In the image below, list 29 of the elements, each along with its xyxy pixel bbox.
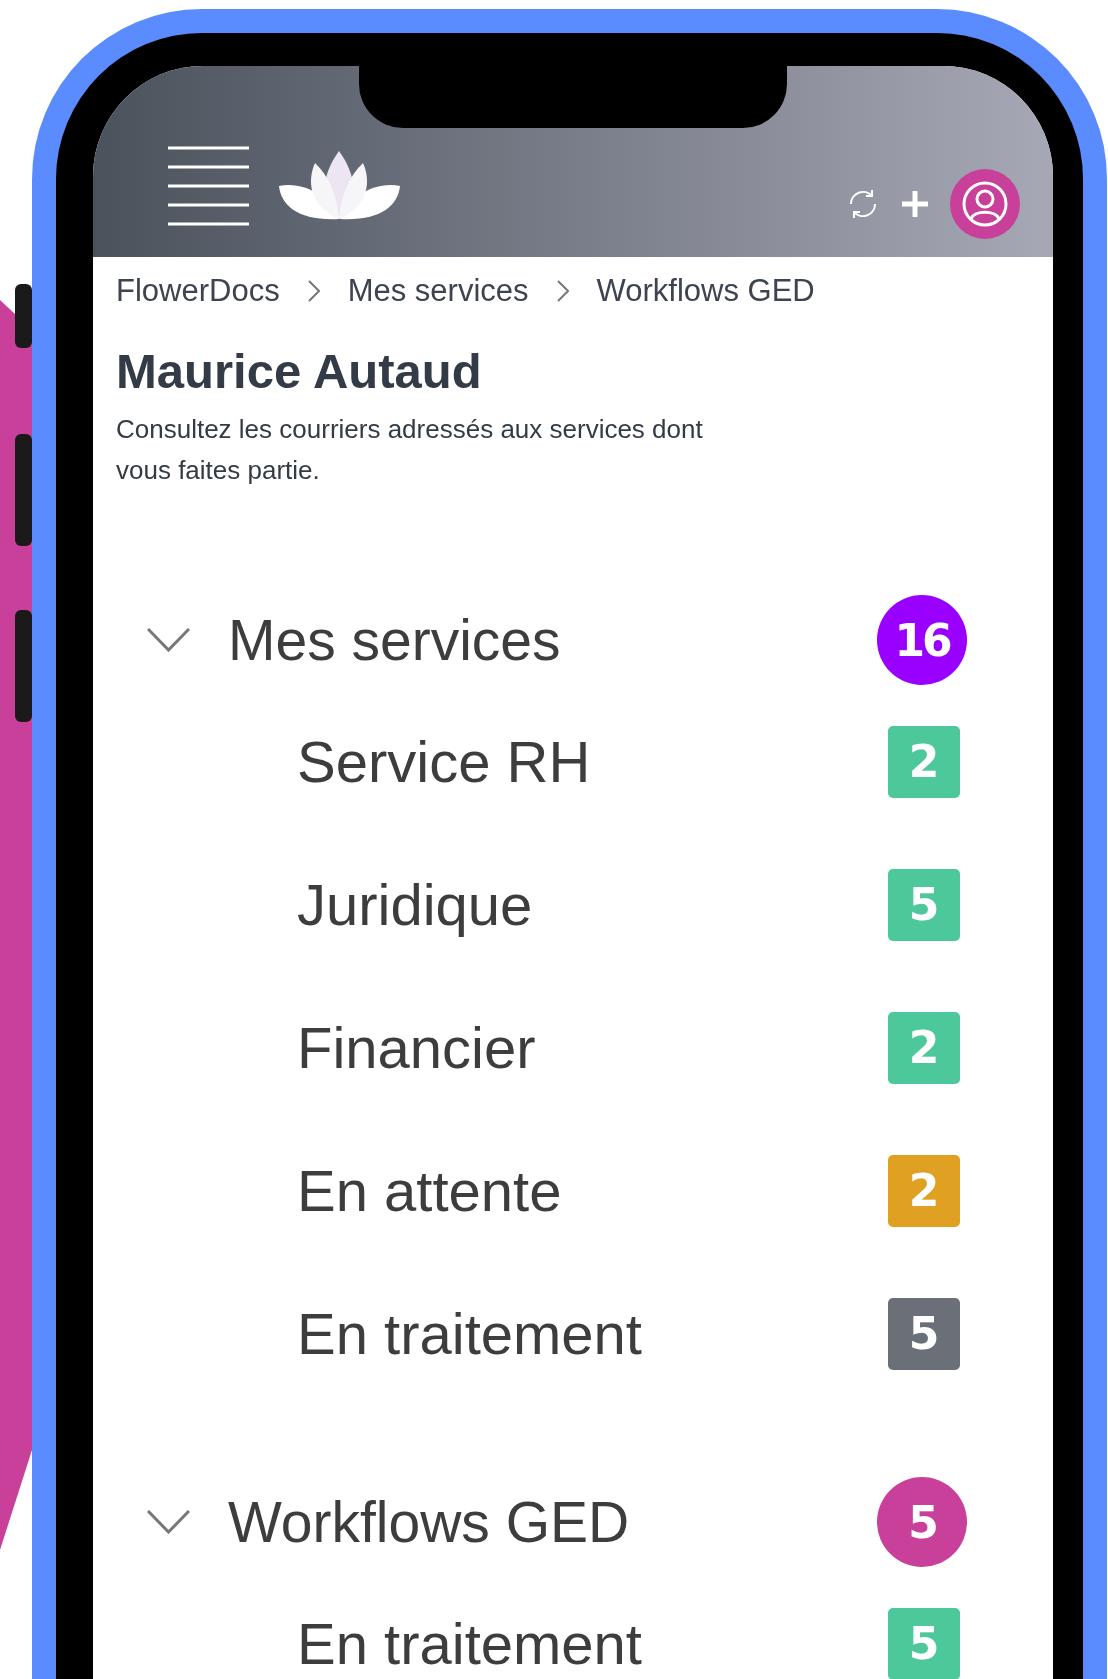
list-item[interactable]: En traitement (297, 1610, 642, 1677)
breadcrumb-link[interactable]: Workflows GED (596, 273, 815, 309)
count-badge: 5 (877, 1477, 967, 1567)
count-badge: 2 (888, 1154, 960, 1227)
section-label[interactable]: Workflows GED (228, 1489, 630, 1555)
list-item[interactable]: En traitement (297, 1300, 642, 1367)
list-item[interactable]: En attente (297, 1157, 562, 1224)
list-item[interactable]: Service RH (297, 728, 591, 795)
plus-icon[interactable] (902, 190, 928, 217)
count-badge: 5 (888, 868, 960, 941)
section-label[interactable]: Mes services (228, 607, 561, 673)
count-badge: 2 (888, 725, 960, 798)
page-title: Maurice Autaud (116, 343, 483, 399)
list-item[interactable]: Financier (297, 1014, 536, 1081)
menu-icon[interactable] (168, 145, 249, 226)
page-description: Consultez les courriers adressés aux services dont vous faites partie. (116, 413, 704, 487)
breadcrumb-link[interactable]: FlowerDocs (116, 273, 280, 309)
count-badge: 5 (888, 1297, 960, 1370)
chevron-right-icon (556, 280, 569, 302)
chevron-right-icon (307, 280, 320, 302)
lotus-logo-icon (279, 150, 400, 221)
list-item[interactable]: Juridique (297, 871, 533, 938)
count-badge: 5 (888, 1607, 960, 1679)
count-badge: 16 (877, 595, 967, 685)
breadcrumb-link[interactable]: Mes services (347, 273, 529, 309)
user-icon (962, 180, 1008, 227)
count-badge: 2 (888, 1011, 960, 1084)
chevron-icon[interactable] (147, 1510, 190, 1534)
chevron-icon[interactable] (147, 628, 190, 652)
